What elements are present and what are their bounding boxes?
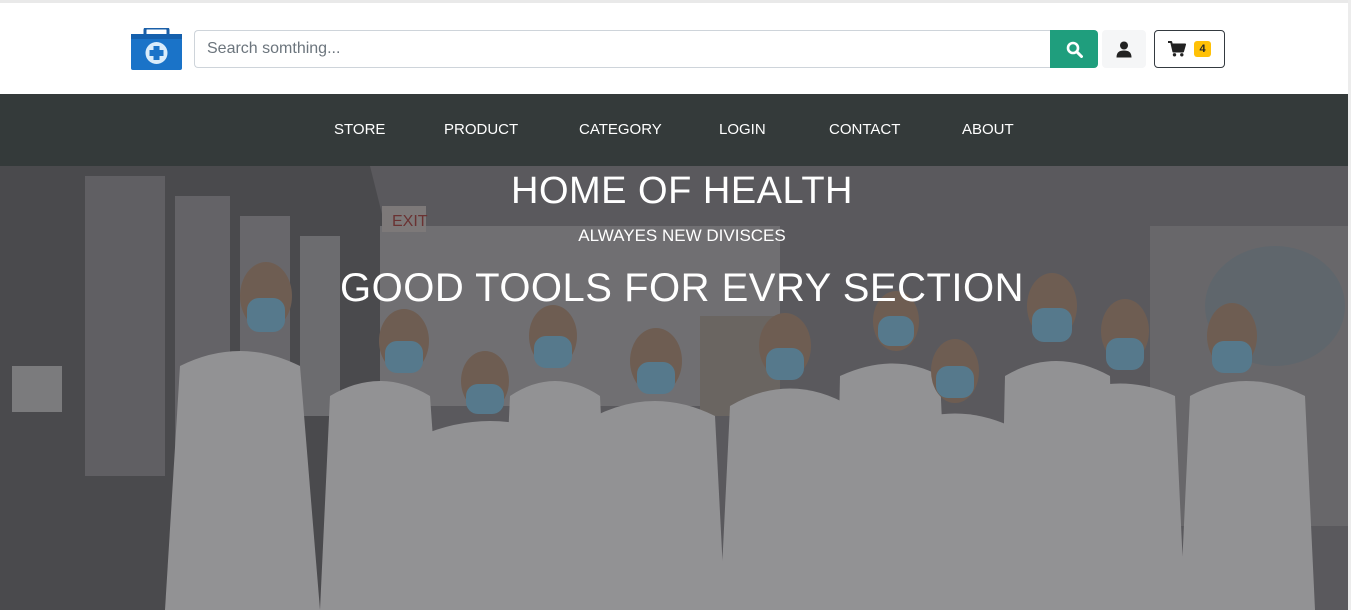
main-nav: STORE PRODUCT CATEGORY LOGIN CONTACT ABO…	[0, 94, 1348, 166]
nav-item-contact[interactable]: CONTACT	[829, 94, 900, 166]
medical-kit-icon[interactable]	[131, 28, 182, 70]
nav-item-product[interactable]: PRODUCT	[444, 94, 518, 166]
nav-item-store[interactable]: STORE	[334, 94, 385, 166]
site-header: 4	[0, 3, 1348, 94]
search-icon	[1066, 41, 1083, 58]
hero-tagline: GOOD TOOLS FOR EVRY SECTION	[339, 266, 1025, 310]
search-button[interactable]	[1050, 30, 1098, 68]
nav-item-login[interactable]: LOGIN	[719, 94, 766, 166]
account-button[interactable]	[1102, 30, 1146, 68]
hero-banner: EXIT HOME OF HEALTH ALWAYES NEW DIVISCES…	[0, 166, 1348, 610]
user-icon	[1116, 41, 1132, 57]
cart-button[interactable]: 4	[1154, 30, 1225, 68]
hero-subtitle: ALWAYES NEW DIVISCES	[578, 226, 786, 245]
nav-item-about[interactable]: ABOUT	[962, 94, 1014, 166]
nav-item-category[interactable]: CATEGORY	[579, 94, 662, 166]
cart-icon	[1168, 41, 1187, 57]
hero-title: HOME OF HEALTH	[511, 170, 853, 212]
search-input[interactable]	[194, 30, 1050, 68]
cart-count-badge: 4	[1194, 41, 1211, 57]
